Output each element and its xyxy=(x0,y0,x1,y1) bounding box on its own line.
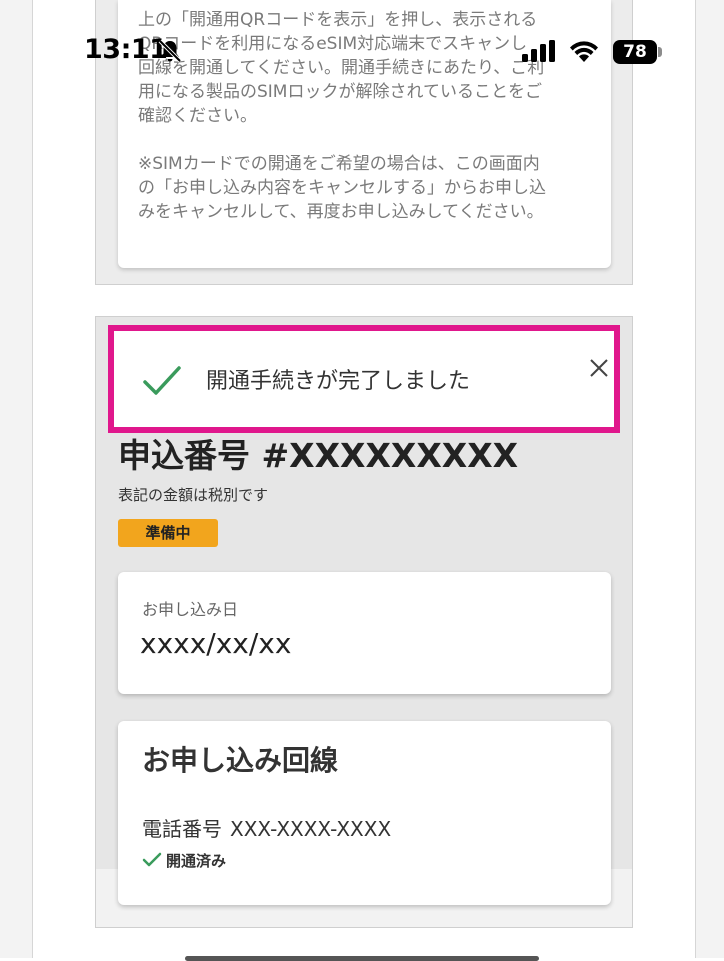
application-date-value: xxxx/xx/xx xyxy=(140,627,292,660)
left-frame xyxy=(0,0,33,958)
application-line-title: お申し込み回線 xyxy=(142,744,339,777)
application-date-label: お申し込み日 xyxy=(142,600,239,619)
close-icon[interactable] xyxy=(588,357,610,379)
order-panel: 開通手続きが完了しました 申込番号 #XXXXXXXXX 表記の金額は税別です … xyxy=(95,316,633,928)
status-badge: 準備中 xyxy=(118,519,218,547)
opened-status-label: 開通済み xyxy=(166,852,227,870)
order-number-title: 申込番号 #XXXXXXXXX xyxy=(118,436,519,475)
application-line-card: お申し込み回線 電話番号 XXX-XXXX-XXXX 開通済み xyxy=(118,721,611,905)
check-icon xyxy=(143,366,181,395)
right-frame xyxy=(695,0,724,958)
wifi-icon xyxy=(570,41,598,62)
toast-message: 開通手続きが完了しました xyxy=(206,369,471,394)
home-indicator xyxy=(185,956,539,961)
phone-row: 電話番号 XXX-XXXX-XXXX xyxy=(142,815,391,843)
status-time: 13:11 xyxy=(84,34,168,65)
phone-label: 電話番号 xyxy=(142,817,222,841)
bell-muted-icon xyxy=(158,39,182,63)
battery-nub xyxy=(658,47,662,57)
opened-check-icon xyxy=(142,852,162,867)
phone-number: XXX-XXXX-XXXX xyxy=(230,817,392,841)
cellular-signal-icon xyxy=(522,40,555,62)
opened-status: 開通済み xyxy=(142,851,226,871)
tax-note: 表記の金額は税別です xyxy=(118,486,269,504)
battery-indicator: 78 xyxy=(613,40,657,64)
status-bar: 13:11 78 xyxy=(0,0,724,64)
application-date-card: お申し込み日 xxxx/xx/xx xyxy=(118,572,611,694)
completion-toast: 開通手続きが完了しました xyxy=(108,325,620,433)
